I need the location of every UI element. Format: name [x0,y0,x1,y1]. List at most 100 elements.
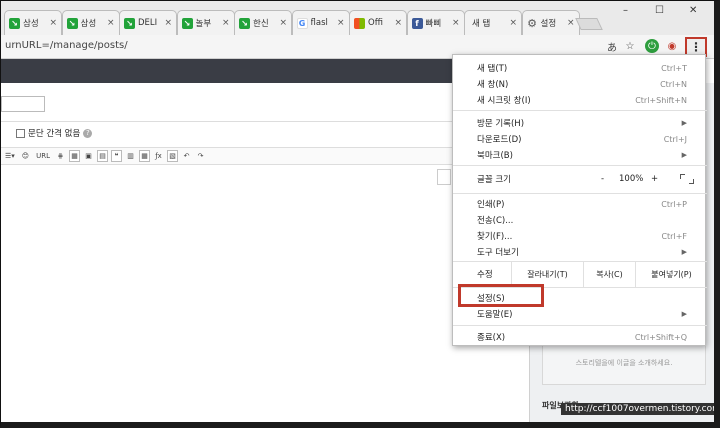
toolbar-button[interactable]: ▤ [97,150,108,162]
menu-item[interactable]: 새 탭(T) Ctrl+T [453,60,707,76]
browser-tab[interactable]: f 빠삐 × [406,10,465,35]
tab-title: 삼성 [80,19,97,29]
maximize-icon[interactable]: ☐ [655,5,664,16]
toolbar-button[interactable]: ↶ [181,150,192,162]
menu-item-shortcut: Ctrl+J [663,134,687,144]
menu-item-shortcut: Ctrl+P [661,199,687,209]
tab-title: 설정 [540,19,557,29]
toolbar-button[interactable]: URL [34,150,52,162]
browser-tab[interactable]: ↘ 한신 × [234,10,292,35]
close-window-icon[interactable]: ✕ [689,5,697,16]
menu-item-shortcut: Ctrl+T [661,63,687,73]
minimize-icon[interactable]: – [623,5,628,16]
tab-close-icon[interactable]: × [394,18,402,28]
browser-tab[interactable]: ↘ 삼성 × [4,10,62,35]
menu-separator [453,193,707,194]
edit-row: 수정 잘라내기(T) 복사(C) 붙여넣기(P) [453,261,707,287]
menu-item[interactable]: 방문 기록(H) ▶ [453,115,707,131]
zoom-out-button[interactable]: - [601,174,604,184]
tab-close-icon[interactable]: × [107,18,115,28]
green-favicon-icon: ↘ [181,17,193,29]
menu-item[interactable]: 인쇄(P) Ctrl+P [453,196,707,212]
browser-tab[interactable]: Gflasl × [291,10,350,35]
editor-side-box [437,169,451,185]
url-input[interactable]: urnURL=/manage/posts/ [5,40,128,51]
tab-close-icon[interactable]: × [567,18,575,28]
menu-item-shortcut: Ctrl+Shift+Q [634,332,687,342]
cut-button[interactable]: 잘라내기(T) [511,261,583,287]
tab-title: flasl [310,18,328,28]
zoom-in-button[interactable]: + [651,174,658,184]
toolbar-button[interactable]: ↷ [195,150,206,162]
title-input[interactable] [1,96,45,112]
toolbar-button[interactable]: ▣ [83,150,94,162]
menu-item-label: 다운로드(D) [477,135,522,145]
paste-button[interactable]: 붙여넣기(P) [635,261,707,287]
tab-close-icon[interactable]: × [337,18,345,28]
browser-tab[interactable]: 새 탭 × [464,10,522,35]
toolbar-button[interactable]: ❝ [111,150,122,162]
tab-close-icon[interactable]: × [509,18,517,28]
menu-item-label: 북마크(B) [477,151,513,161]
extension-record-icon[interactable]: ◉ [665,39,679,53]
toolbar-button[interactable]: ☰▾ [3,150,17,162]
menu-item-label: 도구 더보기 [477,248,519,258]
browser-tab[interactable]: ↘ DELI × [119,10,177,35]
copy-button[interactable]: 복사(C) [583,261,635,287]
browser-tab[interactable]: ↘ 삼성 × [61,10,120,35]
tab-close-icon[interactable]: × [164,18,172,28]
toolbar-button[interactable]: ▦ [69,150,80,162]
toolbar-button[interactable]: 😊 [20,150,31,162]
tab-close-icon[interactable]: × [279,18,287,28]
menu-item-label: 새 창(N) [477,80,509,90]
green-favicon-icon: ↘ [66,17,78,29]
menu-item[interactable]: 전송(C)... [453,212,707,228]
tab-strip: ↘ 삼성 × ↘ 삼성 × ↘ DELI × ↘ 놀부 × ↘ 한신 × Gflasl × Offi × f 빠삐 × 새 … [1,1,714,35]
line-spacing-option: 문단 간격 없음 ? [16,127,93,139]
toolbar-button[interactable]: ▥ [125,150,136,162]
browser-tab[interactable]: Offi × [349,10,407,35]
toolbar-button[interactable]: ▧ [167,150,178,162]
no-line-spacing-checkbox[interactable] [16,128,25,138]
menu-item-label: 방문 기록(H) [477,119,525,129]
google-favicon-icon: G [296,17,308,29]
fullscreen-icon[interactable] [679,173,695,185]
browser-tab[interactable]: ⚙ 설정 × [521,10,580,35]
storytel-promo-box[interactable]: 스토리텔을에 이글을 소개하세요. [542,341,706,385]
help-icon[interactable]: ? [83,128,93,138]
menu-item-label: 전송(C)... [477,216,514,226]
tab-close-icon[interactable]: × [222,18,230,28]
menu-item-shortcut: Ctrl+Shift+N [635,95,687,105]
menu-item[interactable]: 새 창(N) Ctrl+N [453,76,707,92]
menu-item-label: 종료(X) [477,333,506,343]
tab-title: 한신 [253,19,269,29]
menu-item[interactable]: 도움말(E) ▶ [453,306,707,322]
tab-title: DELI [138,18,158,28]
menu-separator [453,287,707,288]
menu-item-label: 설정(S) [477,294,505,304]
no-line-spacing-label: 문단 간격 없음 [28,129,81,139]
translate-icon[interactable]: あ [605,39,619,54]
facebook-favicon-icon: f [411,17,423,29]
menu-item[interactable]: 다운로드(D) Ctrl+J [453,131,707,147]
toolbar-button[interactable]: ƒx [153,150,164,162]
tab-close-icon[interactable]: × [452,18,460,28]
chrome-context-menu: 새 탭(T) Ctrl+T 새 창(N) Ctrl+N 새 시크릿 창(I) Ctrl+S… [452,54,707,346]
menu-item-label: 인쇄(P) [477,200,505,210]
browser-tab[interactable]: ↘ 놀부 × [176,10,235,35]
submenu-arrow-icon: ▶ [681,310,687,318]
menu-item[interactable]: 새 시크릿 창(I) Ctrl+Shift+N [453,92,707,108]
menu-item[interactable]: 설정(S) [453,290,707,306]
menu-item-label: 새 시크릿 창(I) [477,96,531,106]
extension-power-icon[interactable]: ⏻ [645,39,659,53]
toolbar-button[interactable]: ▦ [139,150,150,162]
menu-item[interactable]: 북마크(B) ▶ [453,147,707,163]
bookmark-star-icon[interactable]: ☆ [623,39,637,53]
toolbar-button[interactable]: ⋕ [55,150,66,162]
new-tab-button[interactable] [575,18,603,30]
menu-item[interactable]: 찾기(F)... Ctrl+F [453,228,707,244]
menu-item-exit[interactable]: 종료(X) Ctrl+Shift+Q [453,329,707,345]
menu-item[interactable]: 도구 더보기 ▶ [453,244,707,260]
gear-icon: ⚙ [527,16,537,30]
tab-close-icon[interactable]: × [49,18,57,28]
